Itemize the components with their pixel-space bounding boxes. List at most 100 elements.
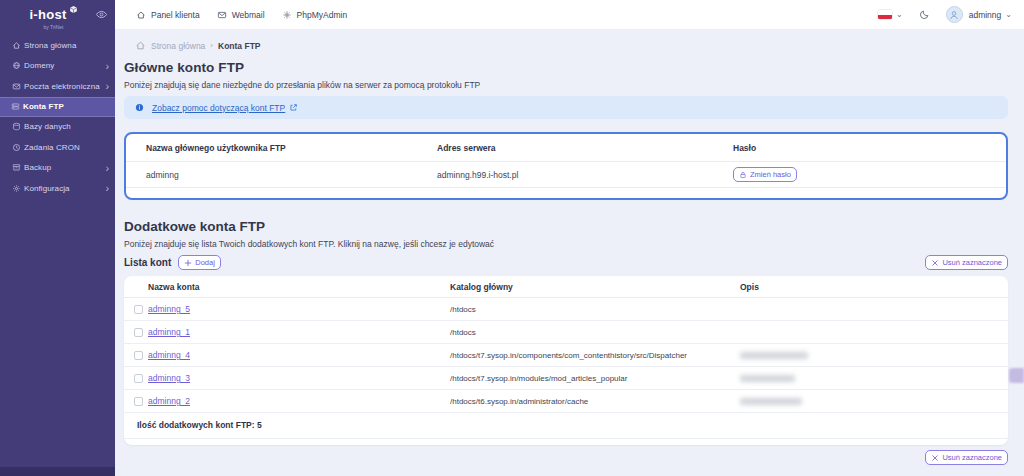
catalog-path: /htdocs/t7.sysop.in/modules/mod_articles… <box>450 374 740 383</box>
account-link[interactable]: adminng_4 <box>148 350 190 360</box>
help-alert: Zobacz pomoc dotyczącą kont FTP <box>124 96 1008 119</box>
topbar-link-webmail[interactable]: Webmail <box>217 10 265 20</box>
collapse-sidebar-icon[interactable] <box>95 8 108 21</box>
sidebar-item-email[interactable]: Poczta elektroniczna › <box>2 76 113 96</box>
redacted-text <box>740 398 802 405</box>
clock-icon <box>12 143 21 152</box>
table-row: adminng_3 /htdocs/t7.sysop.in/modules/mo… <box>124 367 1008 390</box>
table-row: adminng_5 /htdocs <box>124 298 1008 321</box>
section-description: Poniżej znajduje się lista Twoich dodatk… <box>124 239 1008 249</box>
logo[interactable]: i-host <box>29 7 77 22</box>
col-header: Opis <box>740 276 1008 297</box>
info-icon <box>135 103 144 112</box>
chevron-down-icon: ⌄ <box>1005 10 1012 19</box>
mail-icon <box>12 82 21 91</box>
home-icon <box>135 40 146 51</box>
cube-icon <box>69 5 78 14</box>
gear-icon <box>12 184 21 193</box>
account-link[interactable]: adminng_5 <box>148 304 190 314</box>
sidebar-menu: Strona główna Domeny › Poczta elektronic… <box>0 30 115 198</box>
mail-icon <box>217 10 227 20</box>
sidebar-item-domains[interactable]: Domeny › <box>2 56 113 76</box>
account-link[interactable]: adminng_3 <box>148 373 190 383</box>
col-header: Hasło <box>733 134 1006 161</box>
col-header: Adres serwera <box>437 134 733 161</box>
help-link[interactable]: Zobacz pomoc dotyczącą kont FTP <box>152 103 298 113</box>
user-icon <box>948 9 960 21</box>
catalog-path: /htdocs <box>450 305 740 314</box>
description-cell <box>740 375 1008 382</box>
username[interactable]: adminng <box>969 10 1002 20</box>
table-row: adminng_1 /htdocs <box>124 321 1008 344</box>
col-header: Nazwa konta <box>148 276 450 297</box>
sidebar-item-config[interactable]: Konfiguracja › <box>2 178 113 198</box>
catalog-path: /htdocs/t7.sysop.in/components/com_conte… <box>450 351 740 360</box>
topbar: Panel klienta Webmail PhpMyAdmin ⌄ admin… <box>115 0 1024 30</box>
sidebar-logo-area: i-host by TriNet <box>0 0 115 30</box>
catalog-path: /htdocs/t6.sysop.in/administrator/cache <box>450 397 740 406</box>
server-icon <box>11 102 20 111</box>
col-header: Nazwa głównego użytkownika FTP <box>126 134 437 161</box>
page-description: Poniżej znajdują się dane niezbędne do p… <box>124 80 1008 90</box>
table-footer: Ilość dodatkowych kont FTP: 5 <box>124 413 1008 439</box>
sidebar-item-home[interactable]: Strona główna <box>2 35 113 55</box>
chevron-right-icon: › <box>105 182 109 194</box>
sidebar-item-ftp[interactable]: Konta FTP <box>0 97 115 117</box>
database-icon <box>12 122 21 131</box>
row-checkbox[interactable] <box>134 328 143 337</box>
chevron-down-icon: ⌄ <box>896 10 903 19</box>
table-row: adminng_4 /htdocs/t7.sysop.in/components… <box>124 344 1008 367</box>
row-checkbox[interactable] <box>134 374 143 383</box>
catalog-path: /htdocs <box>450 328 740 337</box>
list-label: Lista kont <box>124 257 171 268</box>
breadcrumb-home[interactable]: Strona główna <box>151 41 205 51</box>
main-ftp-row: adminng adminng.h99.i-host.pl Zmień hasł… <box>126 162 1006 188</box>
delete-selected-button-top[interactable]: Usuń zaznaczone <box>925 255 1008 270</box>
main-ftp-card: Nazwa głównego użytkownika FTP Adres ser… <box>124 132 1008 200</box>
sidebar-item-databases[interactable]: Bazy danych <box>2 117 113 137</box>
side-widget[interactable] <box>1009 368 1024 383</box>
x-icon <box>931 454 939 462</box>
table-row: adminng_2 /htdocs/t6.sysop.in/administra… <box>124 390 1008 413</box>
home-icon <box>136 10 146 20</box>
main-content: Strona główna › Konta FTP Główne konto F… <box>115 30 1024 476</box>
globe-icon <box>12 61 21 70</box>
redacted-text <box>740 375 795 382</box>
archive-icon <box>12 163 21 172</box>
page-title: Główne konto FTP <box>124 60 1008 75</box>
avatar[interactable] <box>946 6 963 23</box>
change-password-button[interactable]: Zmień hasło <box>733 167 797 182</box>
sidebar-footer-strip <box>0 467 115 476</box>
topbar-link-phpmyadmin[interactable]: PhpMyAdmin <box>282 10 348 20</box>
dark-mode-icon[interactable] <box>919 9 930 20</box>
plus-icon <box>184 259 192 267</box>
add-button[interactable]: Dodaj <box>178 255 221 270</box>
description-cell <box>740 352 1008 359</box>
logo-subtitle: by TriNet <box>0 24 107 30</box>
chevron-right-icon: › <box>105 80 109 92</box>
section-title: Dodatkowe konta FTP <box>124 219 1008 234</box>
row-checkbox[interactable] <box>134 305 143 314</box>
ftp-username: adminng <box>126 163 437 187</box>
row-checkbox[interactable] <box>134 351 143 360</box>
chevron-right-icon: › <box>105 60 109 72</box>
home-icon <box>12 41 21 50</box>
redacted-text <box>740 352 808 359</box>
breadcrumb: Strona główna › Konta FTP <box>135 39 1008 52</box>
topbar-link-panel[interactable]: Panel klienta <box>136 10 200 20</box>
col-header: Katalog główny <box>450 276 740 297</box>
row-checkbox[interactable] <box>134 397 143 406</box>
description-cell <box>740 398 1008 405</box>
breadcrumb-current: Konta FTP <box>218 41 261 51</box>
lock-icon <box>739 171 747 179</box>
sidebar: i-host by TriNet Strona główna Domeny › … <box>0 0 115 476</box>
ftp-server: adminng.h99.i-host.pl <box>437 163 733 187</box>
language-flag-poland[interactable] <box>878 10 892 19</box>
account-link[interactable]: adminng_1 <box>148 327 190 337</box>
x-icon <box>931 259 939 267</box>
sidebar-item-backup[interactable]: Backup › <box>2 158 113 178</box>
sidebar-item-cron[interactable]: Zadania CRON <box>2 137 113 157</box>
delete-selected-button-bottom[interactable]: Usuń zaznaczone <box>925 450 1008 465</box>
account-link[interactable]: adminng_2 <box>148 396 190 406</box>
gear-icon <box>282 10 292 20</box>
